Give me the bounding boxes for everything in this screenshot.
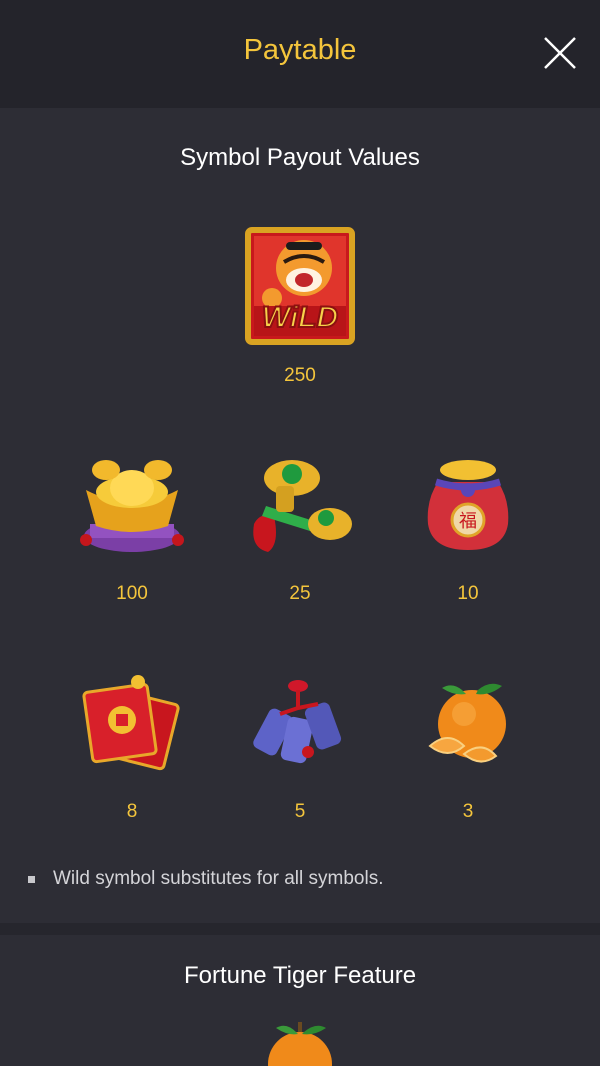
wild-label: WiLD <box>261 300 339 335</box>
page-title: Paytable <box>243 34 357 66</box>
rule-item: Wild symbol substitutes for all symbols. <box>28 868 384 890</box>
jade-pendant-icon <box>240 452 360 562</box>
gold-ingot-icon <box>72 452 192 562</box>
close-icon <box>544 37 576 69</box>
section-divider <box>0 923 600 935</box>
svg-text:福: 福 <box>459 511 477 532</box>
payout-value: 10 <box>457 583 479 604</box>
wild-payout-value: 250 <box>284 365 316 386</box>
fortune-bag-icon: 福 <box>408 452 528 562</box>
firecracker-icon <box>240 668 360 778</box>
payout-value: 100 <box>116 583 148 604</box>
payout-value: 8 <box>126 801 138 822</box>
orange-icon <box>262 1018 338 1066</box>
payout-value: 5 <box>294 801 306 822</box>
orange-icon <box>408 668 528 778</box>
rule-text: Wild symbol substitutes for all symbols. <box>53 868 384 889</box>
close-button[interactable] <box>539 32 581 74</box>
payout-value: 25 <box>289 583 311 604</box>
bullet-icon <box>28 875 35 883</box>
feature-section-title: Fortune Tiger Feature <box>183 962 417 989</box>
payout-value: 3 <box>462 801 474 822</box>
payout-section-title: Symbol Payout Values <box>180 144 420 171</box>
svg-text:WiLD: WiLD <box>262 301 338 334</box>
red-envelope-icon <box>72 668 192 778</box>
